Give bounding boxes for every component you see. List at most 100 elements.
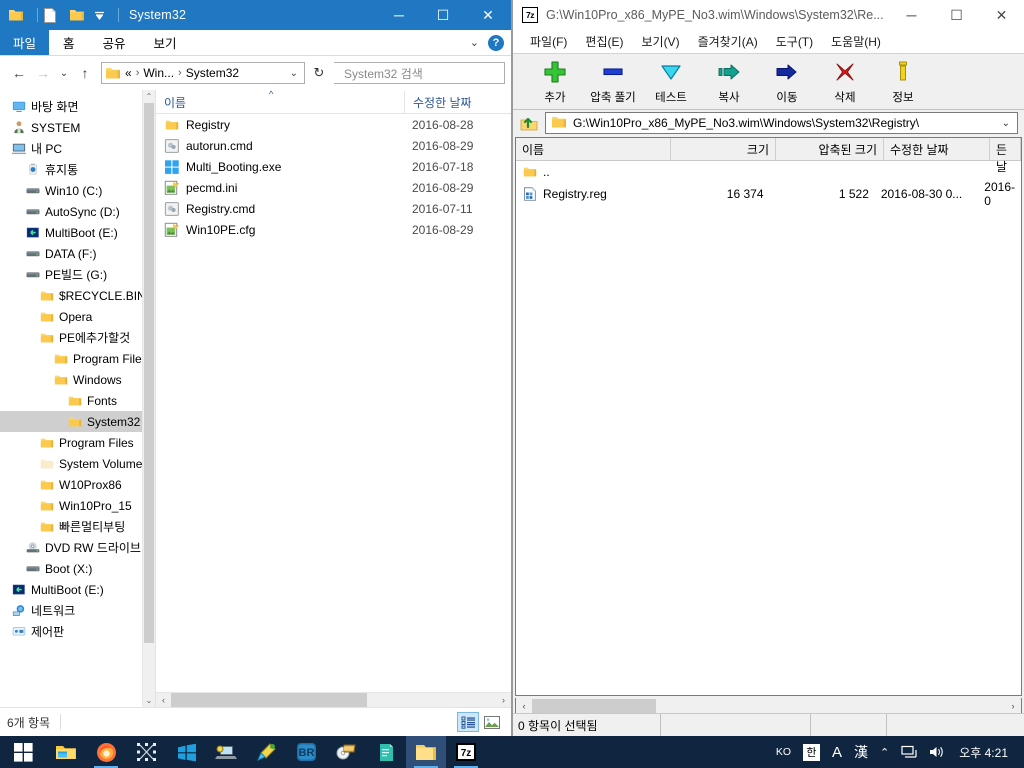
up-button[interactable]: ↑	[74, 62, 96, 84]
navigation-scrollbar[interactable]: ⌃ ⌄	[142, 90, 155, 707]
scroll-down-icon[interactable]: ⌄	[143, 694, 155, 707]
tree-item-multiboot-e-[interactable]: MultiBoot (E:)	[0, 579, 155, 600]
tray-language-indicator[interactable]: KO	[770, 736, 797, 768]
file-row[interactable]: Registry.cmd 2016-07-11	[156, 198, 511, 219]
breadcrumb-system32[interactable]: System32	[186, 66, 239, 80]
sevenzip-maximize-button[interactable]: ☐	[934, 0, 979, 30]
menu-item-4[interactable]: 도구(T)	[767, 33, 822, 50]
tree-item--[interactable]: 바탕 화면	[0, 96, 155, 117]
menu-item-1[interactable]: 편집(E)	[576, 33, 632, 50]
recent-locations-button[interactable]: ⌄	[56, 62, 72, 84]
ribbon-tab-view[interactable]: 보기	[140, 30, 191, 55]
tree-item-program-files[interactable]: Program Files	[0, 348, 155, 369]
tree-item-pe-[interactable]: PE에추가할것	[0, 327, 155, 348]
folder-icon[interactable]	[69, 8, 85, 22]
taskbar-file-explorer[interactable]	[46, 736, 86, 768]
scroll-track[interactable]	[171, 693, 496, 707]
scrollbar-thumb[interactable]	[532, 698, 656, 713]
archive-row[interactable]: Registry.reg 16 374 1 522 2016-08-30 0... 20…	[516, 180, 1021, 208]
tray-ime-hangul[interactable]: 한	[797, 736, 826, 768]
tree-item-program-files[interactable]: Program Files	[0, 432, 155, 453]
toolbar-button-info[interactable]: 정보	[874, 58, 932, 105]
taskbar-paint-tool[interactable]	[246, 736, 286, 768]
network-tray-icon[interactable]	[895, 736, 923, 768]
tree-item-win10pro-15[interactable]: Win10Pro_15	[0, 495, 155, 516]
tray-overflow-icon[interactable]: ⌃	[874, 736, 895, 768]
folder-icon[interactable]	[8, 8, 24, 22]
chevron-down-icon[interactable]: ⌄	[995, 118, 1017, 129]
tree-item--[interactable]: 빠른멀티부팅	[0, 516, 155, 537]
tree-item-fonts[interactable]: Fonts	[0, 390, 155, 411]
taskbar-laptop-tool[interactable]	[206, 736, 246, 768]
column-header-name[interactable]: 이름	[156, 91, 404, 113]
column-header-size[interactable]: 크기	[671, 138, 776, 160]
tree-item-windows[interactable]: Windows	[0, 369, 155, 390]
taskbar-br-app[interactable]: BR	[286, 736, 326, 768]
toolbar-button-copy[interactable]: 복사	[700, 58, 758, 105]
tree-item-win10-c-[interactable]: Win10 (C:)	[0, 180, 155, 201]
column-header-packed-size[interactable]: 압축된 크기	[776, 138, 884, 160]
tray-ime-alpha[interactable]: A	[826, 736, 848, 768]
explorer-maximize-button[interactable]: ☐	[421, 0, 465, 30]
tree-item-system[interactable]: SYSTEM	[0, 117, 155, 138]
taskbar-burn-disc[interactable]	[326, 736, 366, 768]
help-icon[interactable]: ?	[488, 34, 504, 51]
sevenzip-titlebar[interactable]: 7z G:\Win10Pro_x86_MyPE_No3.wim\Windows\…	[513, 0, 1024, 30]
scroll-right-icon[interactable]: ›	[496, 695, 511, 705]
toolbar-button-delete[interactable]: 삭제	[816, 58, 874, 105]
menu-item-3[interactable]: 즐겨찾기(A)	[689, 33, 767, 50]
ribbon-tab-share[interactable]: 공유	[89, 30, 140, 55]
volume-tray-icon[interactable]	[923, 736, 951, 768]
scroll-left-icon[interactable]: ‹	[516, 701, 532, 711]
archive-horizontal-scrollbar[interactable]: ‹ ›	[515, 698, 1022, 714]
breadcrumb-overflow[interactable]: «	[125, 66, 132, 80]
menu-item-2[interactable]: 보기(V)	[632, 33, 688, 50]
column-header-name[interactable]: 이름	[516, 138, 671, 160]
archive-row[interactable]: ..	[516, 161, 1021, 183]
tree-item-system-volume-inf[interactable]: System Volume Inf	[0, 453, 155, 474]
breadcrumb-windows[interactable]: Win...	[143, 66, 174, 80]
chevron-down-icon[interactable]: ⌄	[470, 36, 479, 49]
sevenzip-close-button[interactable]: ✕	[979, 0, 1024, 30]
start-icon[interactable]	[0, 736, 46, 768]
tree-item-system32[interactable]: System32	[0, 411, 155, 432]
address-dropdown-icon[interactable]: ⌄	[284, 68, 304, 79]
details-view-icon[interactable]	[457, 712, 479, 732]
tree-item--recycle-bin[interactable]: $RECYCLE.BIN	[0, 285, 155, 306]
ribbon-tab-home[interactable]: 홈	[49, 30, 89, 55]
tree-item-multiboot-e-[interactable]: MultiBoot (E:)	[0, 222, 155, 243]
tree-item--[interactable]: 제어판	[0, 621, 155, 642]
file-list-horizontal-scrollbar[interactable]: ‹ ›	[156, 692, 511, 707]
scroll-right-icon[interactable]: ›	[1005, 701, 1021, 711]
back-button[interactable]: ←	[8, 62, 30, 84]
tree-item-autosync-d-[interactable]: AutoSync (D:)	[0, 201, 155, 222]
document-icon[interactable]	[44, 7, 56, 23]
taskbar-selection-tool[interactable]	[126, 736, 166, 768]
taskbar-firefox[interactable]	[86, 736, 126, 768]
tree-item-dvd-rw-[interactable]: DVD RW 드라이브	[0, 537, 155, 558]
column-header-modified[interactable]: 수정한 날짜	[404, 91, 511, 113]
taskbar-folder-window[interactable]	[406, 736, 446, 768]
tree-item-pe-g-[interactable]: PE빌드 (G:)	[0, 264, 155, 285]
taskbar-windows-logo[interactable]	[166, 736, 206, 768]
tree-item-w10prox86[interactable]: W10Prox86	[0, 474, 155, 495]
scrollbar-thumb[interactable]	[144, 103, 154, 643]
menu-item-0[interactable]: 파일(F)	[521, 33, 576, 50]
taskbar-teal-doc[interactable]	[366, 736, 406, 768]
menu-item-5[interactable]: 도움말(H)	[822, 33, 890, 50]
file-row[interactable]: autorun.cmd 2016-08-29	[156, 135, 511, 156]
tree-item-boot-x-[interactable]: Boot (X:)	[0, 558, 155, 579]
thumbnail-view-icon[interactable]	[481, 712, 503, 732]
toolbar-button-test[interactable]: 테스트	[642, 58, 700, 105]
scrollbar-thumb[interactable]	[171, 693, 367, 707]
taskbar-clock[interactable]: 오후 4:21	[951, 736, 1018, 768]
scroll-up-icon[interactable]: ⌃	[143, 90, 155, 103]
column-header-modified[interactable]: 수정한 날짜	[884, 138, 990, 160]
sevenzip-minimize-button[interactable]: ─	[889, 0, 934, 30]
chevron-down-icon[interactable]	[94, 10, 105, 21]
explorer-titlebar[interactable]: System32 ─ ☐ ✕	[0, 0, 511, 30]
file-row[interactable]: pecmd.ini 2016-08-29	[156, 177, 511, 198]
scroll-left-icon[interactable]: ‹	[156, 695, 171, 705]
explorer-close-button[interactable]: ✕	[465, 0, 511, 30]
file-row[interactable]: Win10PE.cfg 2016-08-29	[156, 219, 511, 240]
